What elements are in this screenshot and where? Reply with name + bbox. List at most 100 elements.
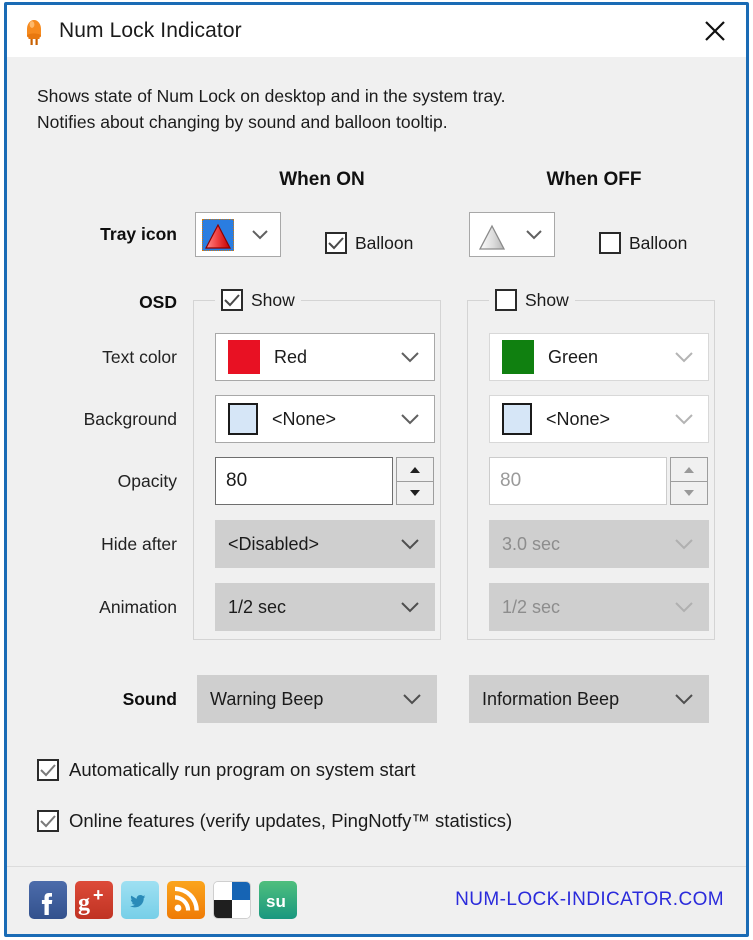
online-features-label: Online features (verify updates, PingNot… (69, 810, 513, 831)
background-off-swatch (502, 403, 532, 435)
balloon-on-label: Balloon (355, 232, 414, 253)
hide-after-off-combo: 3.0 sec (489, 520, 709, 568)
opacity-on-spin-buttons[interactable] (396, 457, 434, 505)
spinner-up-icon[interactable] (396, 457, 434, 481)
chevron-down-icon (400, 351, 420, 363)
label-text-color: Text color (102, 347, 177, 367)
text-color-on-combo[interactable]: Red (215, 333, 435, 381)
footer-bar: g + su NUM-LOCK-INDICATOR.COM (7, 866, 746, 934)
svg-text:su: su (266, 892, 286, 911)
background-off-combo[interactable]: <None> (489, 395, 709, 443)
background-on-swatch (228, 403, 258, 435)
red-triangle-icon (202, 218, 234, 251)
delicious-icon[interactable] (213, 881, 251, 919)
balloon-off-label: Balloon (629, 232, 688, 253)
label-tray-icon: Tray icon (100, 224, 177, 244)
website-url-link[interactable]: NUM-LOCK-INDICATOR.COM (455, 889, 724, 911)
chevron-down-icon (674, 538, 694, 550)
google-plus-icon[interactable]: g + (75, 881, 113, 919)
balloon-off-checkbox[interactable] (599, 232, 621, 254)
dialog-content: Shows state of Num Lock on desktop and i… (7, 57, 746, 934)
background-on-combo[interactable]: <None> (215, 395, 435, 443)
label-opacity: Opacity (117, 471, 177, 491)
osd-show-off-checkbox-row[interactable]: Show (489, 289, 575, 311)
text-color-on-swatch (228, 340, 260, 374)
osd-show-on-checkbox[interactable] (221, 289, 243, 311)
tray-icon-on-preview (201, 218, 235, 252)
text-color-off-combo[interactable]: Green (489, 333, 709, 381)
twitter-icon[interactable] (121, 881, 159, 919)
label-background: Background (83, 409, 177, 429)
spinner-down-icon[interactable] (670, 481, 708, 505)
chevron-down-icon (674, 351, 694, 363)
label-sound: Sound (122, 689, 177, 709)
background-on-value: <None> (272, 408, 337, 429)
sound-off-combo[interactable]: Information Beep (469, 675, 709, 723)
autostart-label: Automatically run program on system star… (69, 759, 416, 780)
opacity-off-spinner[interactable]: 80 (489, 457, 708, 505)
online-features-checkbox[interactable] (37, 810, 59, 832)
autostart-checkbox[interactable] (37, 759, 59, 781)
svg-text:g: g (78, 890, 90, 916)
chevron-down-icon (400, 538, 420, 550)
sound-on-value: Warning Beep (210, 688, 324, 709)
osd-show-off-checkbox[interactable] (495, 289, 517, 311)
text-color-on-value: Red (274, 346, 308, 367)
rss-icon[interactable] (167, 881, 205, 919)
window-title: Num Lock Indicator (59, 19, 242, 42)
balloon-on-checkbox-row[interactable]: Balloon (325, 232, 413, 254)
autostart-checkbox-row[interactable]: Automatically run program on system star… (37, 759, 416, 781)
app-window: Num Lock Indicator Shows state of Num Lo… (4, 2, 749, 937)
close-button[interactable] (692, 9, 738, 53)
sound-off-value: Information Beep (482, 688, 620, 709)
spinner-up-icon[interactable] (670, 457, 708, 481)
label-osd: OSD (139, 292, 177, 312)
opacity-on-spinner[interactable]: 80 (215, 457, 434, 505)
chevron-down-icon (525, 229, 543, 240)
sound-on-combo[interactable]: Warning Beep (197, 675, 437, 723)
tray-icon-on-combo[interactable] (195, 212, 281, 257)
description-line-2: Notifies about changing by sound and bal… (37, 112, 448, 132)
tray-icon-off-preview (475, 218, 509, 252)
osd-show-on-checkbox-row[interactable]: Show (215, 289, 301, 311)
label-animation: Animation (99, 597, 177, 617)
animation-off-combo: 1/2 sec (489, 583, 709, 631)
hide-after-on-combo[interactable]: <Disabled> (215, 520, 435, 568)
column-header-when-off: When OFF (546, 169, 642, 190)
svg-text:+: + (93, 885, 104, 905)
online-features-checkbox-row[interactable]: Online features (verify updates, PingNot… (37, 810, 512, 832)
text-color-off-swatch (502, 340, 534, 374)
title-bar: Num Lock Indicator (7, 5, 746, 57)
tray-icon-off-combo[interactable] (469, 212, 555, 257)
opacity-on-input[interactable]: 80 (215, 457, 393, 505)
osd-show-on-label: Show (251, 289, 295, 310)
chevron-down-icon (674, 601, 694, 613)
hide-after-off-value: 3.0 sec (502, 533, 561, 554)
chevron-down-icon (400, 413, 420, 425)
opacity-off-spin-buttons[interactable] (670, 457, 708, 505)
background-off-value: <None> (546, 408, 611, 429)
grey-triangle-icon (476, 219, 508, 251)
animation-off-value: 1/2 sec (502, 596, 561, 617)
chevron-down-icon (251, 229, 269, 240)
column-header-when-on: When ON (279, 169, 365, 190)
facebook-icon[interactable] (29, 881, 67, 919)
description-line-1: Shows state of Num Lock on desktop and i… (37, 86, 506, 106)
animation-on-combo[interactable]: 1/2 sec (215, 583, 435, 631)
label-hide-after: Hide after (101, 534, 177, 554)
spinner-down-icon[interactable] (396, 481, 434, 505)
description-text: Shows state of Num Lock on desktop and i… (37, 83, 506, 135)
balloon-off-checkbox-row[interactable]: Balloon (599, 232, 687, 254)
chevron-down-icon (402, 693, 422, 705)
opacity-off-input[interactable]: 80 (489, 457, 667, 505)
balloon-on-checkbox[interactable] (325, 232, 347, 254)
chevron-down-icon (400, 601, 420, 613)
led-bulb-icon (21, 16, 47, 46)
animation-on-value: 1/2 sec (228, 596, 287, 617)
text-color-off-value: Green (548, 346, 599, 367)
osd-show-off-label: Show (525, 289, 569, 310)
chevron-down-icon (674, 413, 694, 425)
chevron-down-icon (674, 693, 694, 705)
stumbleupon-icon[interactable]: su (259, 881, 297, 919)
hide-after-on-value: <Disabled> (228, 533, 320, 554)
